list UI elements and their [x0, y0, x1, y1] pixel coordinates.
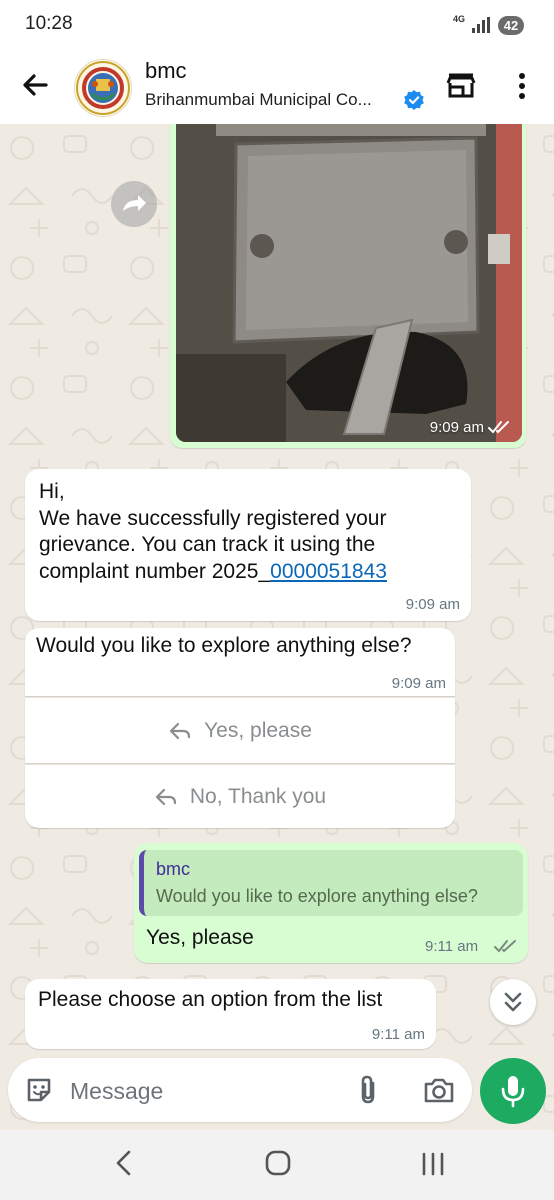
grievance-message-text: Hi, We have successfully registered your… [39, 479, 387, 585]
message-line: Hi, [39, 480, 65, 503]
quick-reply-label: No, Thank you [189, 785, 327, 808]
message-line: We have successfully registered your [39, 506, 387, 530]
message-time: 9:09 am [391, 675, 446, 692]
explore-message-text: Would you like to explore anything else? [36, 634, 412, 657]
camera-icon[interactable] [423, 1076, 455, 1104]
manhole-photo[interactable]: 9:09 am [176, 124, 522, 442]
system-nav-bar [0, 1130, 554, 1200]
shop-icon[interactable] [446, 70, 476, 100]
back-arrow-icon[interactable] [18, 68, 52, 102]
nav-back-icon[interactable] [112, 1149, 136, 1177]
forward-icon [123, 195, 146, 211]
chat-subtitle[interactable]: Brihanmumbai Municipal Co... [145, 90, 372, 110]
battery-indicator: 42 [498, 16, 524, 35]
network-type-label: 4G [453, 14, 466, 24]
nav-recents-icon[interactable] [420, 1152, 446, 1176]
message-input[interactable] [68, 1070, 342, 1112]
scroll-down-icon [504, 992, 522, 1012]
message-time: 9:11 am [425, 938, 479, 955]
forward-button[interactable] [111, 181, 157, 227]
signal-icon [472, 17, 490, 33]
double-check-icon [488, 421, 509, 434]
quoted-message[interactable]: bmc Would you like to explore anything e… [139, 850, 523, 916]
bmc-logo [76, 61, 130, 115]
status-time: 10:28 [25, 13, 73, 34]
choose-option-text: Please choose an option from the list [38, 988, 383, 1011]
quick-reply-yes-button[interactable]: Yes, please [25, 698, 455, 763]
nav-home-icon[interactable] [263, 1148, 293, 1178]
voice-message-button[interactable] [480, 1058, 546, 1124]
message-time: 9:11 am [371, 1026, 425, 1043]
message-line: grievance. You can track it using the [39, 533, 376, 556]
complaint-number-link[interactable]: 0000051843 [270, 560, 387, 583]
double-check-icon [494, 940, 516, 953]
quoted-author: bmc [156, 859, 191, 879]
scroll-down-button[interactable] [490, 979, 536, 1025]
quoted-text: Would you like to explore anything else? [156, 886, 478, 906]
mic-icon [501, 1076, 525, 1108]
avatar[interactable] [74, 59, 132, 117]
photo-content [176, 124, 522, 442]
outgoing-message-text: Yes, please [146, 926, 254, 949]
complaint-prefix: complaint number 2025_ [39, 559, 271, 583]
status-bar: 10:28 4G 42 [0, 0, 554, 50]
outgoing-reply-bubble[interactable]: bmc Would you like to explore anything e… [134, 843, 528, 963]
grievance-message-bubble[interactable]: Hi, We have successfully registered your… [25, 469, 471, 621]
message-line: complaint number 2025_0000051843 [39, 559, 387, 586]
quick-reply-label: Yes, please [204, 719, 312, 742]
image-message-bubble[interactable]: 9:09 am [170, 124, 526, 448]
chat-title[interactable]: bmc [145, 58, 187, 84]
message-time: 9:09 am [429, 419, 484, 436]
more-menu-icon[interactable] [510, 68, 534, 104]
quick-reply-no-button[interactable]: No, Thank you [25, 765, 455, 828]
explore-message-bubble[interactable]: Would you like to explore anything else?… [25, 628, 455, 696]
sticker-icon[interactable] [24, 1075, 54, 1105]
choose-option-bubble[interactable]: Please choose an option from the list 9:… [25, 979, 436, 1049]
reply-arrow-icon [169, 722, 191, 739]
chat-area[interactable]: 9:09 am Hi, We have successfully registe… [0, 124, 554, 1130]
chat-header: bmc Brihanmumbai Municipal Co... [0, 50, 554, 124]
reply-arrow-icon [155, 788, 176, 805]
message-time: 9:09 am [405, 596, 460, 613]
message-composer [8, 1058, 472, 1122]
verified-badge-icon [404, 90, 424, 110]
attach-icon[interactable] [356, 1074, 380, 1106]
